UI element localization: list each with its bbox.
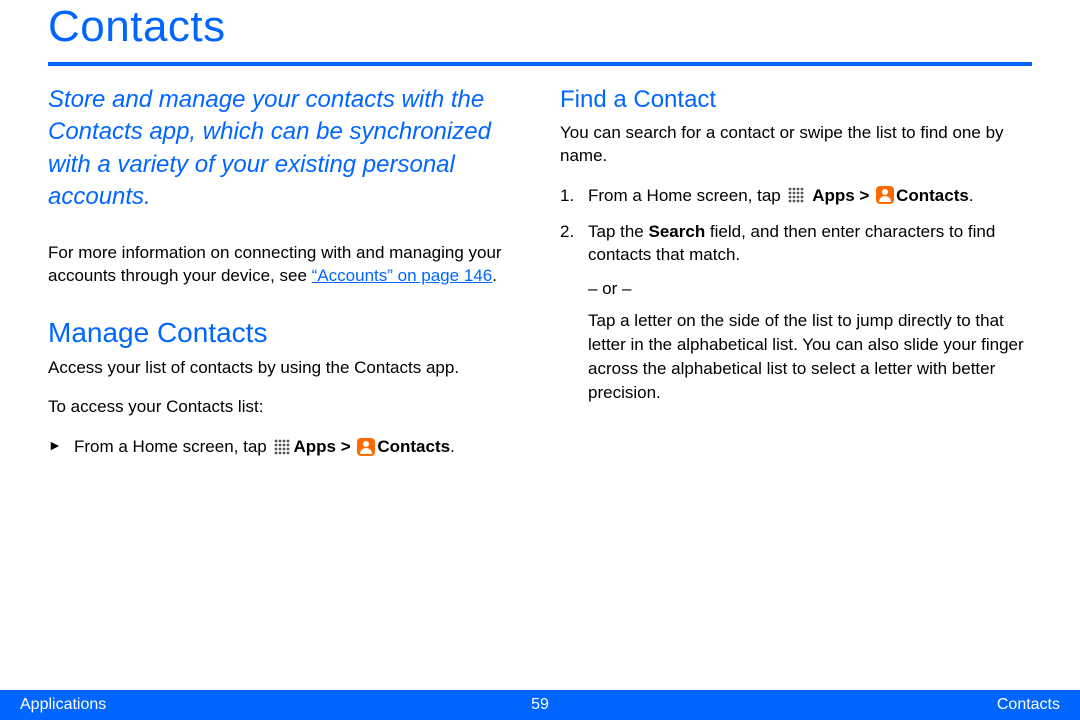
find-s1-apps: Apps > <box>812 186 874 205</box>
step-number: 2. <box>560 220 574 244</box>
find-s1-prefix: From a Home screen, tap <box>588 186 785 205</box>
right-column: Find a Contact You can search for a cont… <box>560 84 1032 459</box>
info-paragraph: For more information on connecting with … <box>48 242 520 288</box>
find-s1-contacts: Contacts <box>896 186 969 205</box>
footer-left[interactable]: Applications <box>20 696 106 714</box>
manage-contacts-heading: Manage Contacts <box>48 317 520 349</box>
apps-grid-icon <box>273 438 291 456</box>
contacts-label: Contacts <box>377 437 450 456</box>
find-s2b: Search <box>649 222 706 241</box>
apps-label: Apps > <box>293 437 355 456</box>
find-steps: 1. From a Home screen, tap Apps > Contac… <box>560 184 1032 267</box>
page-footer: Applications 59 Contacts <box>0 690 1080 720</box>
step-number: 1. <box>560 184 574 208</box>
accounts-link[interactable]: “Accounts” on page 146 <box>312 266 493 285</box>
find-step-2: 2. Tap the Search field, and then enter … <box>560 220 1032 268</box>
find-contact-heading: Find a Contact <box>560 86 1032 114</box>
find-s2a: Tap the <box>588 222 649 241</box>
manage-step-suffix: . <box>450 437 455 456</box>
manage-p1: Access your list of contacts by using th… <box>48 357 520 380</box>
lead-paragraph: Store and manage your contacts with the … <box>48 84 520 214</box>
find-p1: You can search for a contact or swipe th… <box>560 122 1032 168</box>
footer-right[interactable]: Contacts <box>997 696 1060 714</box>
content-columns: Store and manage your contacts with the … <box>48 84 1032 459</box>
manage-step: From a Home screen, tap Apps > Contacts. <box>48 435 520 459</box>
apps-grid-icon <box>787 186 805 204</box>
find-s1-suffix: . <box>969 186 974 205</box>
find-alt: Tap a letter on the side of the list to … <box>560 309 1032 404</box>
info-text-suffix: . <box>492 266 497 285</box>
footer-page-number: 59 <box>531 696 549 714</box>
page: Contacts Store and manage your contacts … <box>0 0 1080 720</box>
manage-step-prefix: From a Home screen, tap <box>74 437 271 456</box>
contacts-app-icon <box>876 186 894 204</box>
find-step-1: 1. From a Home screen, tap Apps > Contac… <box>560 184 1032 208</box>
manage-p2: To access your Contacts list: <box>48 396 520 419</box>
or-separator: – or – <box>560 279 1032 299</box>
page-title: Contacts <box>48 0 1032 66</box>
left-column: Store and manage your contacts with the … <box>48 84 520 459</box>
contacts-app-icon <box>357 438 375 456</box>
